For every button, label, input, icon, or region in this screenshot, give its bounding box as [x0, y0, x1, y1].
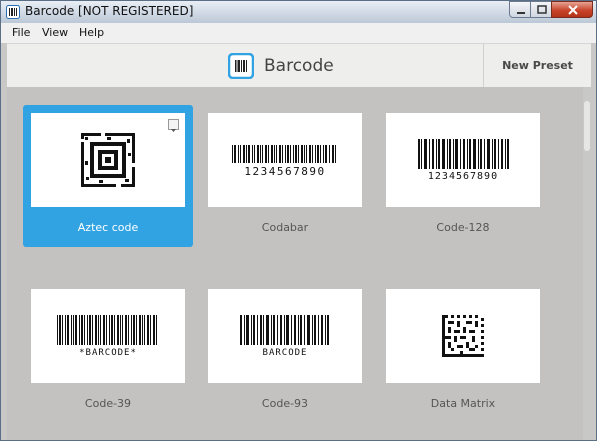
code-128-icon: 1234567890 — [418, 139, 509, 182]
barcode-app-icon — [6, 5, 20, 19]
close-icon — [568, 5, 578, 15]
new-preset-button[interactable]: New Preset — [484, 44, 591, 87]
tile-label: Code-39 — [84, 397, 132, 410]
code-39-icon: *BARCODE* — [57, 315, 157, 358]
menu-view[interactable]: View — [42, 26, 68, 39]
barcode-preview: 1234567890 — [386, 113, 540, 207]
tile-label: Aztec code — [77, 221, 139, 234]
minimize-icon — [517, 12, 525, 14]
barcode-preview: *BARCODE* — [31, 289, 185, 383]
tile-code-93[interactable]: BARCODE Code-93 — [200, 281, 370, 423]
tile-aztec-code[interactable]: Aztec code — [23, 105, 193, 247]
tile-codabar[interactable]: 1234567890 Codabar — [200, 105, 370, 247]
codabar-icon: 1234567890 — [232, 145, 336, 178]
title-bar[interactable]: Barcode [NOT REGISTERED] — [1, 1, 596, 23]
tile-label: Code-93 — [261, 397, 309, 410]
data-matrix-icon — [442, 315, 484, 357]
barcode-preview — [31, 113, 185, 207]
header-bar: Barcode New Preset — [7, 43, 591, 88]
tile-label: Code-128 — [436, 221, 490, 234]
header-title: Barcode — [264, 56, 334, 76]
tile-code-128[interactable]: 1234567890 Code-128 — [378, 105, 548, 247]
tile-data-matrix[interactable]: Data Matrix — [378, 281, 548, 423]
barcode-preview: BARCODE — [208, 289, 362, 383]
window-title: Barcode [NOT REGISTERED] — [25, 4, 194, 18]
close-button[interactable] — [551, 1, 593, 18]
barcode-type-grid: Aztec code 1234567890 Codabar 1234567890… — [7, 87, 583, 440]
barcode-logo-icon — [228, 53, 254, 79]
menu-help[interactable]: Help — [79, 26, 104, 39]
tile-label: Codabar — [261, 221, 309, 234]
minimize-button[interactable] — [509, 1, 531, 18]
scrollbar-thumb[interactable] — [584, 101, 590, 151]
maximize-button[interactable] — [530, 1, 552, 18]
tile-label: Data Matrix — [430, 397, 496, 410]
vertical-scrollbar[interactable] — [583, 87, 591, 440]
barcode-preview: 1234567890 — [208, 113, 362, 207]
chevron-down-icon — [171, 129, 176, 132]
code-93-icon: BARCODE — [240, 315, 329, 358]
tile-code-39[interactable]: *BARCODE* Code-39 — [23, 281, 193, 423]
maximize-icon — [537, 5, 547, 14]
barcode-human-text: 1234567890 — [428, 171, 498, 182]
tile-options-dropdown[interactable] — [168, 119, 179, 132]
aztec-code-icon — [81, 133, 135, 187]
app-window: Barcode [NOT REGISTERED] File View Help … — [0, 0, 597, 441]
barcode-human-text: *BARCODE* — [79, 348, 137, 358]
barcode-human-text: BARCODE — [263, 348, 308, 358]
barcode-preview — [386, 289, 540, 383]
barcode-human-text: 1234567890 — [244, 165, 325, 178]
menu-file[interactable]: File — [12, 26, 30, 39]
menu-bar: File View Help — [1, 23, 596, 43]
